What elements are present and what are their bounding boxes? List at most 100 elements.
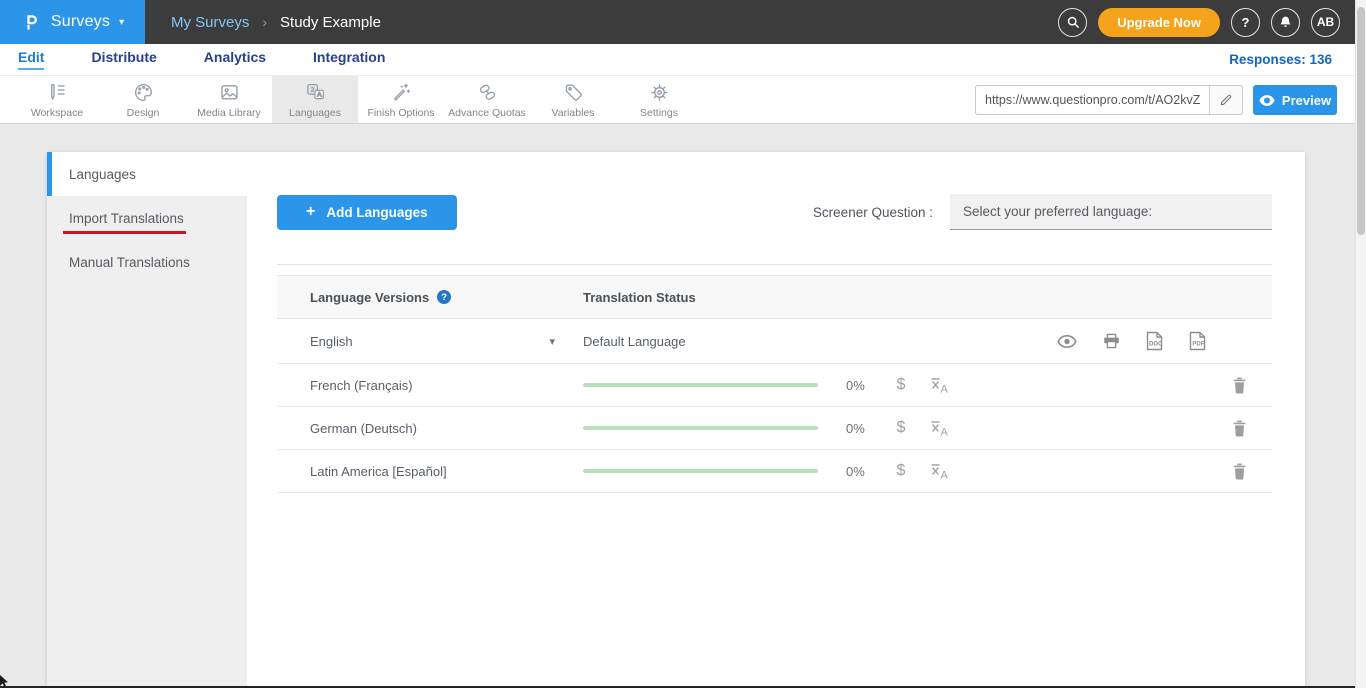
header-language-versions: Language Versions ? bbox=[277, 290, 583, 305]
preview-label: Preview bbox=[1282, 93, 1331, 108]
default-language-select[interactable]: English ▾ bbox=[277, 334, 583, 349]
translation-progress-label: 0% bbox=[846, 464, 876, 479]
language-status-cell: 0% $ A bbox=[583, 419, 1272, 437]
sidebar-item-label: Manual Translations bbox=[69, 255, 190, 270]
translate-icon[interactable]: A bbox=[930, 377, 950, 394]
tab-distribute[interactable]: Distribute bbox=[91, 49, 156, 70]
print-icon[interactable] bbox=[1103, 333, 1120, 349]
toolbar-item-advance-quotas[interactable]: Advance Quotas bbox=[444, 76, 530, 123]
survey-url-field bbox=[975, 85, 1243, 115]
language-versions-table: Language Versions ? Translation Status E… bbox=[277, 275, 1272, 493]
topbar-actions: Upgrade Now ? AB bbox=[1058, 8, 1340, 37]
add-languages-button[interactable]: + Add Languages bbox=[277, 195, 457, 230]
languages-panel: Languages Import Translations Manual Tra… bbox=[47, 152, 1305, 688]
default-language-status-cell: Default Language bbox=[583, 331, 1272, 351]
search-icon bbox=[1065, 14, 1081, 30]
view-survey-icon[interactable] bbox=[1057, 335, 1077, 348]
translate-icon[interactable]: A bbox=[930, 463, 950, 480]
svg-text:A: A bbox=[941, 383, 949, 394]
default-language-status: Default Language bbox=[583, 334, 686, 349]
vertical-scrollbar[interactable] bbox=[1355, 0, 1366, 688]
eye-icon bbox=[1259, 95, 1275, 106]
divider bbox=[277, 264, 1272, 265]
table-header-row: Language Versions ? Translation Status bbox=[277, 275, 1272, 319]
toolbar-item-finish-options[interactable]: Finish Options bbox=[358, 76, 444, 123]
toolbar-item-languages[interactable]: A Languages bbox=[272, 76, 358, 123]
survey-url-input[interactable] bbox=[976, 93, 1209, 107]
mouse-cursor bbox=[0, 675, 9, 687]
paid-translation-icon[interactable]: $ bbox=[890, 419, 912, 437]
delete-language-icon[interactable] bbox=[1232, 420, 1247, 437]
languages-sidebar: Languages Import Translations Manual Tra… bbox=[47, 152, 247, 688]
language-name-cell: Latin America [Español] bbox=[277, 464, 583, 479]
toolbar-item-design[interactable]: Design bbox=[100, 76, 186, 123]
top-bar: Surveys ▾ My Surveys › Study Example Upg… bbox=[0, 0, 1366, 44]
toolbar-item-media-library[interactable]: Media Library bbox=[186, 76, 272, 123]
edit-toolbar: Workspace Design Media Library bbox=[0, 76, 1366, 124]
toolbar-item-label: Design bbox=[127, 107, 160, 119]
screener-question-value: Select your preferred language: bbox=[963, 204, 1152, 219]
sidebar-item-languages[interactable]: Languages bbox=[47, 152, 247, 196]
variables-icon bbox=[562, 81, 585, 104]
translation-progress-bar bbox=[583, 383, 818, 387]
delete-language-icon[interactable] bbox=[1232, 377, 1247, 394]
svg-text:A: A bbox=[941, 426, 949, 437]
edit-url-button[interactable] bbox=[1209, 86, 1242, 114]
plus-icon: + bbox=[306, 203, 315, 221]
language-status-cell: 0% $ A bbox=[583, 376, 1272, 394]
toolbar-item-workspace[interactable]: Workspace bbox=[14, 76, 100, 123]
avatar[interactable]: AB bbox=[1311, 8, 1340, 37]
tab-edit[interactable]: Edit bbox=[18, 49, 44, 70]
design-icon bbox=[132, 81, 155, 104]
responses-count[interactable]: Responses: 136 bbox=[1229, 52, 1332, 67]
breadcrumb: My Surveys › Study Example bbox=[171, 14, 381, 31]
screener-question-select[interactable]: Select your preferred language: bbox=[950, 194, 1272, 230]
scrollbar-thumb[interactable] bbox=[1357, 7, 1365, 235]
screener-question-label: Screener Question : bbox=[813, 205, 933, 220]
delete-language-icon[interactable] bbox=[1232, 463, 1247, 480]
toolbar-item-variables[interactable]: Variables bbox=[530, 76, 616, 123]
content-header: + Add Languages Screener Question : Sele… bbox=[277, 194, 1272, 230]
help-icon[interactable]: ? bbox=[437, 290, 451, 304]
toolbar-item-settings[interactable]: Settings bbox=[616, 76, 702, 123]
product-switcher[interactable]: Surveys ▾ bbox=[0, 0, 145, 44]
language-name: German (Deutsch) bbox=[310, 421, 417, 436]
tab-analytics[interactable]: Analytics bbox=[204, 49, 266, 70]
toolbar-item-label: Languages bbox=[289, 107, 341, 119]
toolbar-item-label: Workspace bbox=[31, 107, 83, 119]
product-name: Surveys bbox=[51, 13, 110, 31]
help-button[interactable]: ? bbox=[1231, 8, 1260, 37]
add-languages-label: Add Languages bbox=[326, 205, 427, 220]
preview-button[interactable]: Preview bbox=[1253, 85, 1337, 115]
language-name: French (Français) bbox=[310, 378, 413, 393]
advance-quotas-icon bbox=[476, 81, 499, 104]
sidebar-item-manual-translations[interactable]: Manual Translations bbox=[47, 240, 247, 284]
sidebar-item-import-translations[interactable]: Import Translations bbox=[47, 196, 247, 240]
avatar-initials: AB bbox=[1317, 15, 1334, 29]
chevron-down-icon[interactable]: ▾ bbox=[549, 335, 555, 348]
default-language-actions: DOC PDF bbox=[1057, 331, 1206, 351]
header-translation-status-label: Translation Status bbox=[583, 290, 696, 305]
translate-icon[interactable]: A bbox=[930, 420, 950, 437]
screener-question-group: Screener Question : Select your preferre… bbox=[813, 194, 1272, 230]
svg-text:A: A bbox=[317, 91, 322, 98]
translation-progress-bar bbox=[583, 426, 818, 430]
search-button[interactable] bbox=[1058, 8, 1087, 37]
pencil-icon bbox=[1219, 93, 1233, 107]
export-pdf-icon[interactable]: PDF bbox=[1189, 331, 1206, 351]
paid-translation-icon[interactable]: $ bbox=[890, 462, 912, 480]
media-library-icon bbox=[218, 81, 241, 104]
sidebar-item-label: Import Translations bbox=[69, 211, 184, 226]
translation-progress-label: 0% bbox=[846, 378, 876, 393]
export-doc-icon[interactable]: DOC bbox=[1146, 331, 1163, 351]
toolbar-item-label: Media Library bbox=[197, 107, 261, 119]
sidebar-item-label: Languages bbox=[69, 167, 136, 182]
language-name: Latin America [Español] bbox=[310, 464, 447, 479]
breadcrumb-separator-icon: › bbox=[262, 14, 267, 30]
breadcrumb-my-surveys[interactable]: My Surveys bbox=[171, 14, 249, 31]
tab-integration[interactable]: Integration bbox=[313, 49, 385, 70]
notifications-button[interactable] bbox=[1271, 8, 1300, 37]
upgrade-now-button[interactable]: Upgrade Now bbox=[1098, 8, 1220, 37]
paid-translation-icon[interactable]: $ bbox=[890, 376, 912, 394]
finish-options-icon bbox=[390, 81, 413, 104]
